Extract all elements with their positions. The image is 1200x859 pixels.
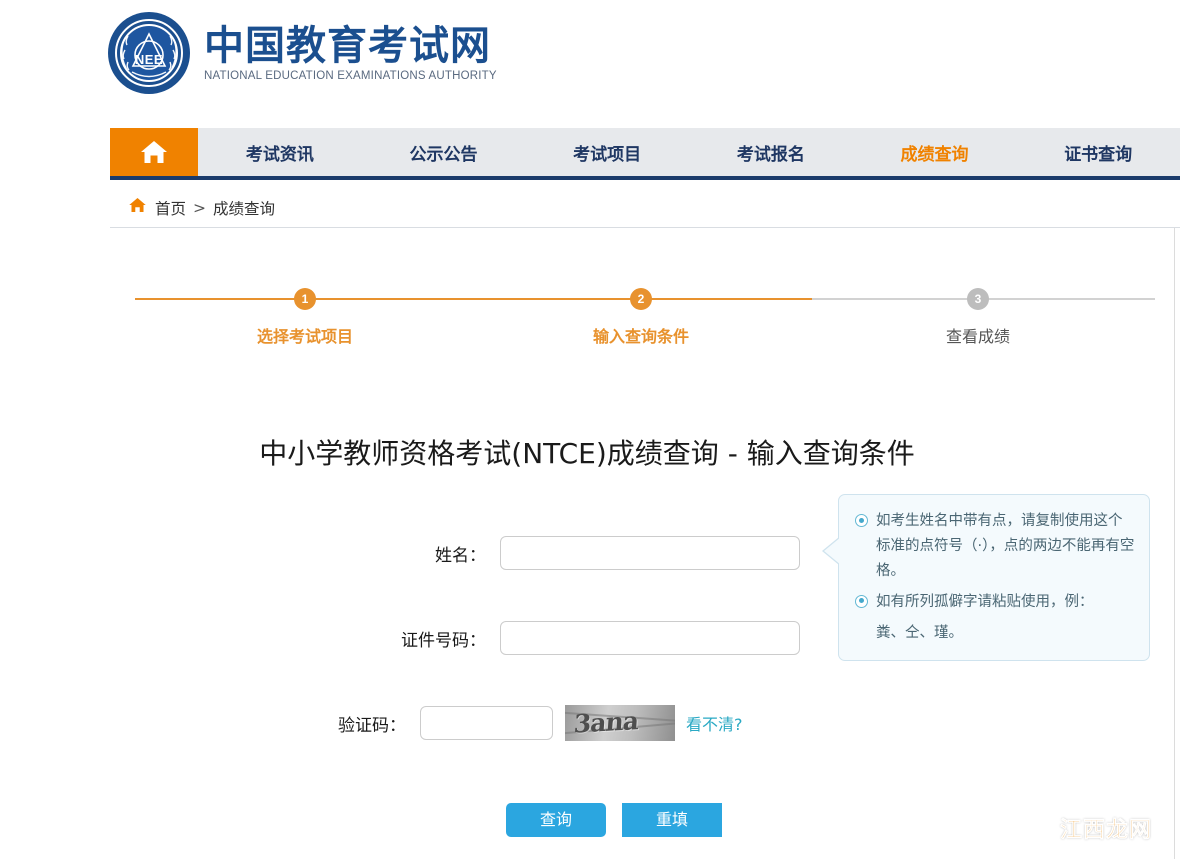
tooltip-item-1: 如考生姓名中带有点，请复制使用这个标准的点符号（·），点的两边不能再有空格。: [855, 509, 1135, 584]
logo-title-cn: 中国教育考试网: [204, 24, 497, 69]
step-2-label: 输入查询条件: [551, 323, 731, 347]
content-right-divider: [1174, 228, 1175, 859]
breadcrumb-home-link[interactable]: 首页: [155, 197, 186, 219]
query-button[interactable]: 查询: [506, 803, 606, 837]
home-icon: [139, 138, 169, 166]
reset-button[interactable]: 重填: [622, 803, 722, 837]
step-3-label: 查看成绩: [888, 323, 1068, 347]
nav-item-chengjichaxun[interactable]: 成绩查询: [853, 140, 1017, 165]
captcha-label: 验证码：: [260, 711, 420, 736]
tooltip-item-2-text: 如有所列孤僻字请粘贴使用，例：: [876, 590, 1094, 615]
captcha-refresh-link[interactable]: 看不清?: [686, 711, 743, 735]
nav-item-zhengshuchaxun[interactable]: 证书查询: [1016, 140, 1180, 165]
breadcrumb: 首页 > 成绩查询: [110, 188, 1180, 228]
breadcrumb-separator: >: [193, 199, 206, 217]
nav-item-list: 考试资讯 公示公告 考试项目 考试报名 成绩查询 证书查询: [198, 128, 1180, 176]
nav-home-button[interactable]: [110, 128, 198, 176]
bullet-icon: [855, 514, 868, 527]
svg-text:NEE: NEE: [135, 52, 163, 67]
nav-item-kaoshibaoming[interactable]: 考试报名: [689, 140, 853, 165]
form-actions: 查询 重填: [506, 803, 722, 837]
captcha-image-text: 3ana: [573, 706, 639, 738]
breadcrumb-current: 成绩查询: [213, 197, 275, 219]
nav-item-kaoshizixun[interactable]: 考试资讯: [198, 140, 362, 165]
site-header: NEE 中国教育考试网 NATIONAL EDUCATION EXAMINATI…: [0, 0, 1200, 118]
main-navigation: 考试资讯 公示公告 考试项目 考试报名 成绩查询 证书查询: [110, 128, 1180, 180]
step-1-number: 1: [294, 288, 316, 310]
page-root: NEE 中国教育考试网 NATIONAL EDUCATION EXAMINATI…: [0, 0, 1200, 859]
home-icon: [128, 196, 147, 219]
form-row-name: 姓名：: [340, 536, 800, 570]
name-label: 姓名：: [340, 541, 500, 566]
tooltip-item-2: 如有所列孤僻字请粘贴使用，例：: [855, 590, 1135, 615]
step-3-number: 3: [967, 288, 989, 310]
nav-item-gongshigonggao[interactable]: 公示公告: [362, 140, 526, 165]
form-row-id-number: 证件号码：: [340, 621, 800, 655]
form-row-captcha: 验证码： 3ana 看不清?: [260, 705, 743, 741]
bullet-icon: [855, 595, 868, 608]
step-1-label: 选择考试项目: [215, 323, 395, 347]
step-2[interactable]: 2 输入查询条件: [551, 288, 731, 347]
name-input-hint-tooltip: 如考生姓名中带有点，请复制使用这个标准的点符号（·），点的两边不能再有空格。 如…: [838, 494, 1150, 661]
tooltip-rare-chars: 粪、仝、瑾。: [876, 621, 1135, 646]
tooltip-arrow-fill: [824, 537, 841, 565]
captcha-image[interactable]: 3ana: [565, 705, 675, 741]
tooltip-item-1-text: 如考生姓名中带有点，请复制使用这个标准的点符号（·），点的两边不能再有空格。: [876, 509, 1135, 584]
step-2-number: 2: [630, 288, 652, 310]
captcha-input[interactable]: [420, 706, 553, 740]
watermark: 江西龙网: [1060, 812, 1152, 844]
id-number-input[interactable]: [500, 621, 800, 655]
site-logo[interactable]: NEE 中国教育考试网 NATIONAL EDUCATION EXAMINATI…: [108, 12, 497, 94]
logo-title-en: NATIONAL EDUCATION EXAMINATIONS AUTHORIT…: [204, 70, 497, 82]
step-1[interactable]: 1 选择考试项目: [215, 288, 395, 347]
step-3: 3 查看成绩: [888, 288, 1068, 347]
id-number-label: 证件号码：: [340, 626, 500, 651]
nav-item-kaoshixiangmu[interactable]: 考试项目: [525, 140, 689, 165]
step-indicator: 1 选择考试项目 2 输入查询条件 3 查看成绩: [135, 288, 1155, 358]
page-title: 中小学教师资格考试(NTCE)成绩查询 - 输入查询条件: [0, 432, 1174, 472]
neea-emblem-icon: NEE: [108, 12, 190, 94]
name-input[interactable]: [500, 536, 800, 570]
